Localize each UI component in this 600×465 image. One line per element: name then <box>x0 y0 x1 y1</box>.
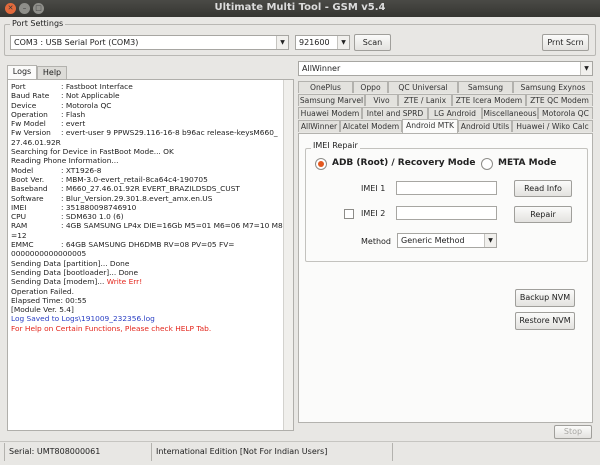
tab-samsung[interactable]: Samsung <box>458 81 513 93</box>
stop-button[interactable]: Stop <box>554 425 592 439</box>
log-line: 27.46.01.92R <box>11 137 61 147</box>
restore-nvm-button[interactable]: Restore NVM <box>515 312 575 330</box>
log-row: Baseband: M660_27.46.01.92R EVERT_BRAZIL… <box>11 184 240 194</box>
tab-zte-qc-modem[interactable]: ZTE QC Modem <box>526 94 593 106</box>
log-line: Searching for Device in FastBoot Mode...… <box>11 147 174 157</box>
tab-vivo[interactable]: Vivo <box>365 94 398 106</box>
method-select[interactable]: Generic Method ▼ <box>397 233 497 248</box>
log-line: =12 <box>11 230 27 240</box>
log-row: Model: XT1926-8 <box>11 165 102 175</box>
log-saved-line: Log Saved to Logs\191009_232356.log <box>11 314 155 324</box>
log-row: Operation: Flash <box>11 109 86 119</box>
imei1-label: IMEI 1 <box>361 184 386 193</box>
log-row: RAM: 4GB SAMSUNG LP4x DIE=16Gb M5=01 M6=… <box>11 221 283 231</box>
error-text: Write Err! <box>106 277 143 287</box>
scan-button[interactable]: Scan <box>354 34 391 51</box>
tab-lg-android[interactable]: LG Android <box>428 107 482 119</box>
tab-intel-sprd[interactable]: Intel and SPRD <box>362 107 428 119</box>
tab-zte-lanix[interactable]: ZTE / Lanix <box>398 94 452 106</box>
imei2-input[interactable] <box>396 206 497 220</box>
log-line: Sending Data [modem]... Write Err! <box>11 277 143 287</box>
tab-qc-universal[interactable]: QC Universal <box>388 81 458 93</box>
window-title: Ultimate Multi Tool - GSM v5.4 <box>214 2 386 13</box>
tab-huawei-modem[interactable]: Huawei Modem <box>298 107 362 119</box>
log-help-line: For Help on Certain Functions, Please ch… <box>11 323 212 333</box>
imei2-label: IMEI 2 <box>361 209 386 218</box>
imei-repair-label: IMEI Repair <box>311 141 360 150</box>
backup-nvm-button[interactable]: Backup NVM <box>515 289 575 307</box>
tab-oneplus[interactable]: OnePlus <box>298 81 353 93</box>
tab-alcatel-modem[interactable]: Alcatel Modem <box>340 120 402 132</box>
tab-android-utils[interactable]: Android Utils <box>458 120 512 132</box>
imei2-checkbox[interactable] <box>344 209 354 219</box>
tab-android-mtk[interactable]: Android MTK <box>402 119 458 134</box>
log-row: Software: Blur_Version.29.301.8.evert_am… <box>11 193 213 203</box>
meta-mode-radio[interactable] <box>481 158 493 170</box>
log-line: 0000000000000005 <box>11 249 87 259</box>
baud-rate-select[interactable]: 921600 ▼ <box>295 35 350 50</box>
log-line: Reading Phone Information... <box>11 156 119 166</box>
edition-status: International Edition [Not For Indian Us… <box>156 447 328 456</box>
repair-button[interactable]: Repair <box>514 206 572 223</box>
chevron-down-icon: ▼ <box>276 36 288 49</box>
chevron-down-icon: ▼ <box>484 234 496 247</box>
log-line: Sending Data [bootloader]... Done <box>11 267 139 277</box>
adb-mode-label: ADB (Root) / Recovery Mode <box>332 158 476 168</box>
log-scrollbar[interactable] <box>283 80 293 430</box>
print-screen-button[interactable]: Prnt Scrn <box>542 34 589 51</box>
tab-oppo[interactable]: Oppo <box>353 81 388 93</box>
log-row: Port: Fastboot Interface <box>11 82 133 91</box>
tab-samsung-exynos[interactable]: Samsung Exynos <box>513 81 593 93</box>
tab-help[interactable]: Help <box>37 66 67 79</box>
tab-motorola-qc[interactable]: Motorola QC <box>538 107 593 119</box>
log-line: [Module Ver. 5.4] <box>11 305 74 315</box>
tab-samsung-marvel[interactable]: Samsung Marvel <box>298 94 365 106</box>
log-row: CPU: SDM630 1.0 (6) <box>11 212 124 222</box>
chevron-down-icon: ▼ <box>337 36 349 49</box>
tab-huawei-wiko-calc[interactable]: Huawei / Wiko Calc <box>512 120 593 132</box>
log-line: Sending Data [partition]... Done <box>11 258 130 268</box>
imei1-input[interactable] <box>396 181 497 195</box>
tab-allwinner[interactable]: AllWinner <box>298 120 340 132</box>
meta-mode-label: META Mode <box>498 158 557 168</box>
chevron-down-icon: ▼ <box>580 62 592 75</box>
log-row: Fw Version: evert-user 9 PPWS29.116-16-8… <box>11 128 278 138</box>
log-output: Port: Fastboot Interface Baud Rate: Not … <box>7 79 294 431</box>
log-row: Fw Model: evert <box>11 119 86 129</box>
log-line: Operation Failed. <box>11 286 74 296</box>
log-row: IMEI: 351880098746910 <box>11 202 137 212</box>
method-label: Method <box>361 237 392 246</box>
port-settings-label: Port Settings <box>10 19 66 28</box>
tab-logs[interactable]: Logs <box>7 65 37 79</box>
log-row: Device: Motorola QC <box>11 100 112 110</box>
brand-select[interactable]: AllWinner ▼ <box>298 61 593 76</box>
tab-miscellaneous[interactable]: Miscellaneous <box>482 107 538 119</box>
log-row: Boot Ver.: MBM-3.0-evert_retail-8ca64c4-… <box>11 174 208 184</box>
read-info-button[interactable]: Read Info <box>514 180 572 197</box>
serial-status: Serial: UMT808000061 <box>9 447 101 456</box>
tab-zte-icera-modem[interactable]: ZTE Icera Modem <box>452 94 526 106</box>
port-select[interactable]: COM3 : USB Serial Port (COM3) ▼ <box>10 35 289 50</box>
title-bar: ✕ – □ Ultimate Multi Tool - GSM v5.4 <box>0 0 600 17</box>
log-row: Baud Rate: Not Applicable <box>11 91 120 101</box>
log-line: Elapsed Time: 00:55 <box>11 295 87 305</box>
log-row: EMMC: 64GB SAMSUNG DH6DMB RV=08 PV=05 FV… <box>11 240 235 250</box>
adb-mode-radio[interactable] <box>315 158 327 170</box>
